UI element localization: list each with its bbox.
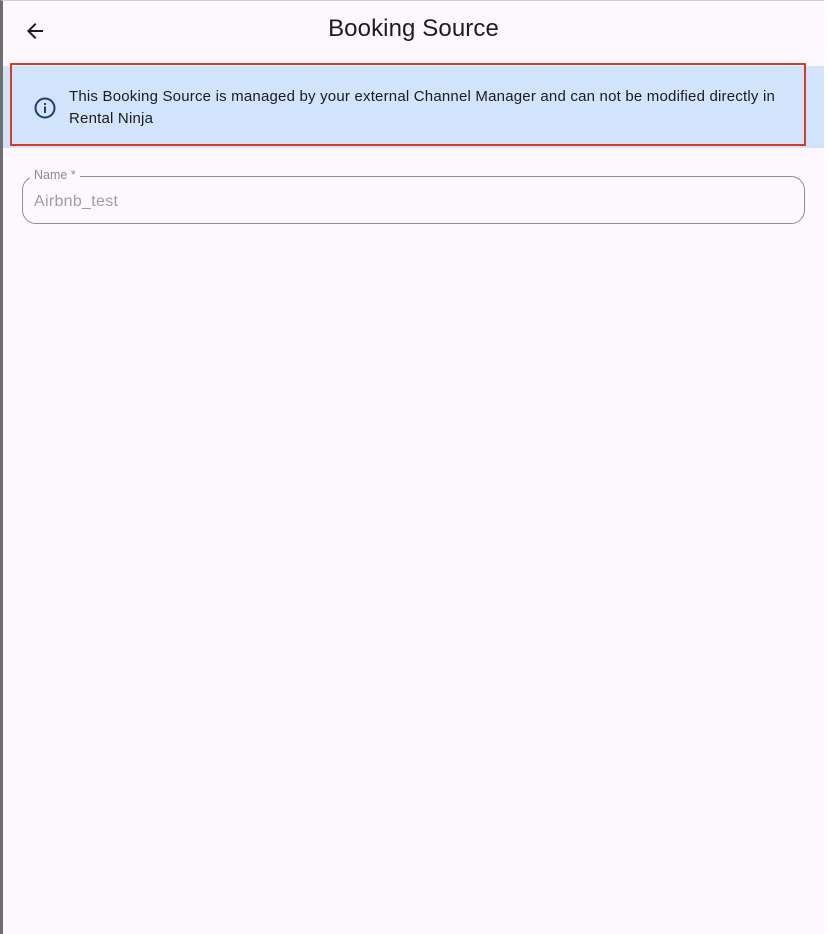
page-title: Booking Source: [328, 15, 499, 42]
name-field-label: Name *: [30, 168, 80, 182]
app-bar: Booking Source: [3, 1, 824, 65]
window-edge: [824, 0, 828, 934]
name-input[interactable]: [34, 190, 774, 214]
info-icon: [34, 97, 56, 119]
banner-message: This Booking Source is managed by your e…: [69, 88, 776, 127]
